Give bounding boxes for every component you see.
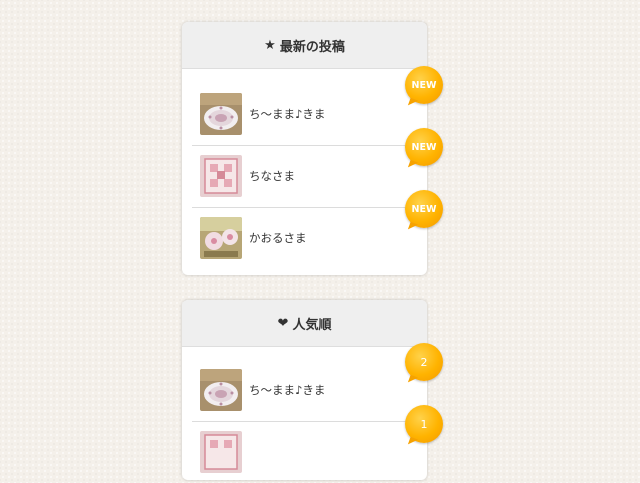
new-posts-header: ★ 最新の投稿 (182, 22, 427, 69)
popular-panel: ❤ 人気順 ち〜まま♪きま (182, 300, 427, 480)
doily-thumbnail (200, 93, 242, 135)
new-badge: NEW (405, 66, 443, 104)
list-item[interactable]: ち〜まま♪きま (192, 83, 417, 146)
flower-thumbnail (200, 217, 242, 259)
quilt-thumbnail (200, 155, 242, 197)
list-item[interactable]: ち〜まま♪きま (192, 359, 417, 422)
quilt-thumbnail (200, 431, 242, 473)
heart-icon: ❤ (277, 315, 289, 331)
new-badge: NEW (405, 128, 443, 166)
new-posts-panel: ★ 最新の投稿 ち〜まま♪きま ちなさま かおるさま (182, 22, 427, 275)
item-label: ち〜まま♪きま (249, 107, 326, 121)
list-item[interactable]: ちなさま (192, 145, 417, 208)
list-item[interactable] (192, 421, 417, 483)
item-label: ちなさま (249, 169, 295, 183)
doily-thumbnail (200, 369, 242, 411)
item-label: かおるさま (249, 231, 307, 245)
list-item[interactable]: かおるさま (192, 207, 417, 269)
popular-header: ❤ 人気順 (182, 300, 427, 347)
rank-badge: 2 (405, 343, 443, 381)
star-icon: ★ (264, 37, 276, 53)
popular-title: 人気順 (292, 317, 332, 333)
item-label: ち〜まま♪きま (249, 383, 326, 397)
new-posts-title: 最新の投稿 (279, 39, 345, 55)
rank-badge: 1 (405, 405, 443, 443)
new-badge: NEW (405, 190, 443, 228)
